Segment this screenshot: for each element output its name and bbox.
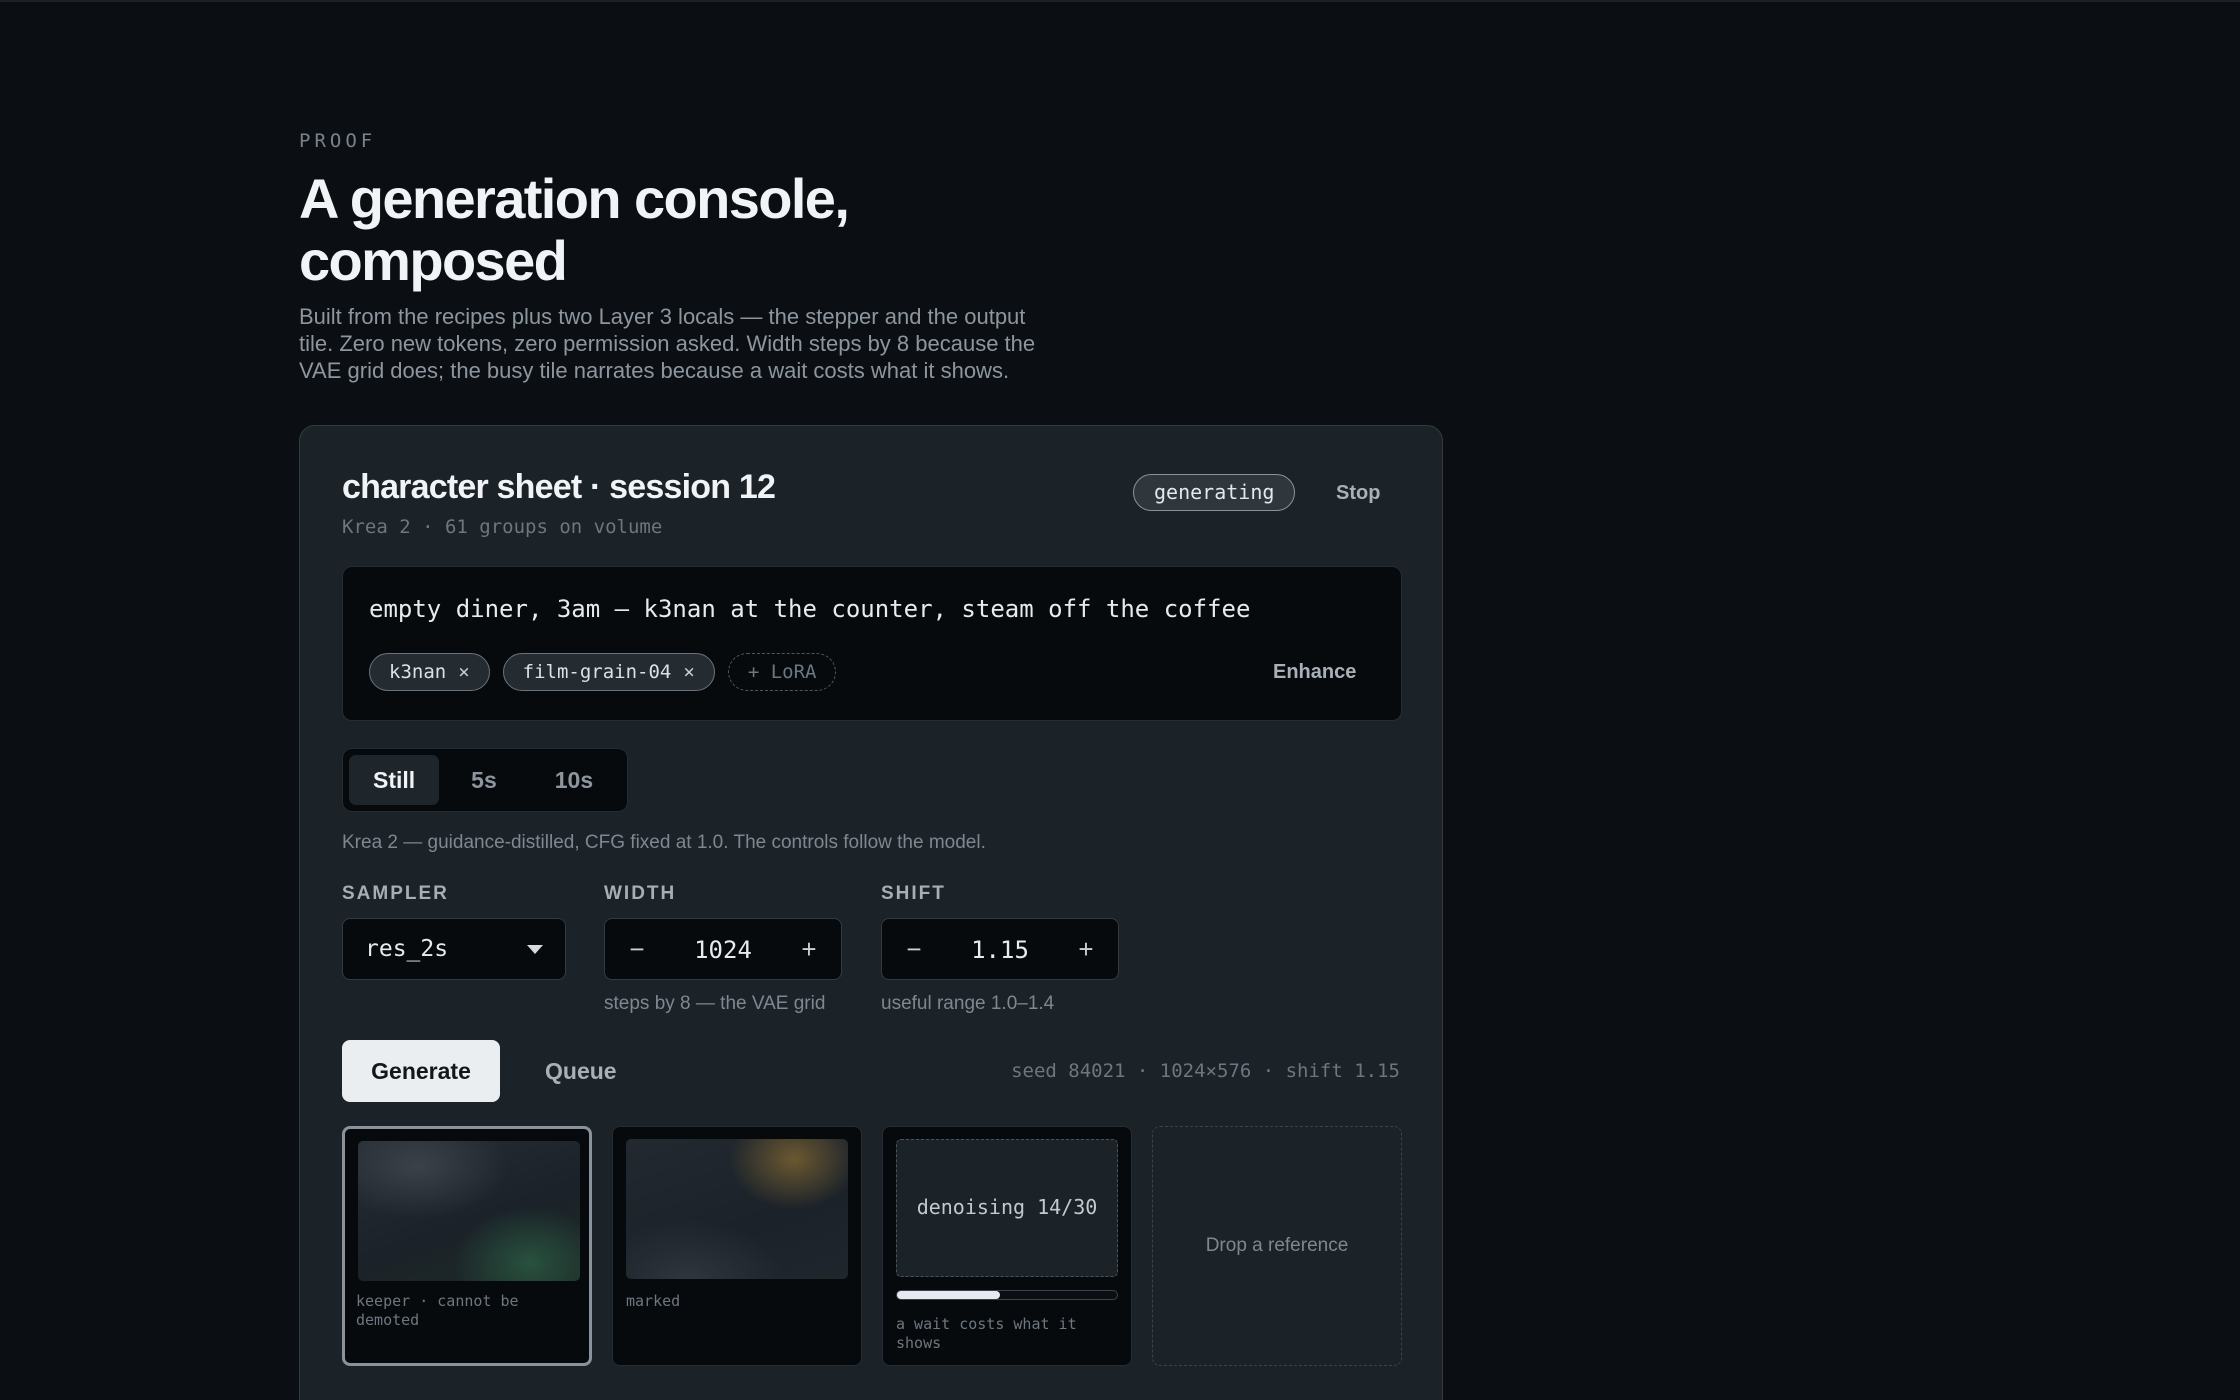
sampler-value: res_2s bbox=[365, 936, 449, 962]
tile-caption: a wait costs what it shows bbox=[896, 1315, 1077, 1352]
plus-icon[interactable]: + bbox=[1068, 931, 1104, 967]
status-badge: generating bbox=[1133, 474, 1296, 511]
width-label: WIDTH bbox=[604, 883, 677, 904]
output-thumbnail bbox=[626, 1139, 848, 1279]
duration-option-10s[interactable]: 10s bbox=[529, 755, 619, 805]
duration-option-5s[interactable]: 5s bbox=[445, 755, 523, 805]
prompt-input[interactable]: empty diner, 3am — k3nan at the counter,… bbox=[369, 595, 1250, 623]
progress-fill bbox=[897, 1291, 1000, 1299]
output-tile-busy: denoising 14/30 a wait costs what it sho… bbox=[882, 1126, 1132, 1366]
duration-segmented-control: Still 5s 10s bbox=[342, 748, 628, 812]
tile-caption: keeper · cannot be demoted bbox=[356, 1292, 519, 1329]
stop-button[interactable]: Stop bbox=[1336, 482, 1380, 505]
intro-section: PROOF A generation console, composed Bui… bbox=[299, 130, 1089, 384]
drop-label: Drop a reference bbox=[1205, 1235, 1349, 1256]
output-tile-keeper[interactable]: keeper · cannot be demoted bbox=[342, 1126, 592, 1366]
lora-chip-k3nan[interactable]: k3nan × bbox=[369, 653, 490, 691]
progress-bar bbox=[896, 1290, 1118, 1300]
eyebrow: PROOF bbox=[299, 130, 377, 152]
session-title: character sheet · session 12 bbox=[342, 468, 776, 506]
close-icon[interactable]: × bbox=[683, 655, 694, 690]
output-thumbnail bbox=[358, 1141, 580, 1281]
shift-helper: useful range 1.0–1.4 bbox=[881, 993, 1055, 1014]
page-title: A generation console, composed bbox=[299, 167, 850, 292]
width-stepper[interactable]: − 1024 + bbox=[604, 918, 842, 980]
shift-stepper[interactable]: − 1.15 + bbox=[881, 918, 1119, 980]
generate-button[interactable]: Generate bbox=[342, 1040, 500, 1102]
denoising-status: denoising 14/30 bbox=[896, 1139, 1118, 1277]
chip-label: k3nan bbox=[389, 660, 447, 683]
tile-caption: marked bbox=[626, 1292, 681, 1310]
enhance-button[interactable]: Enhance bbox=[1273, 661, 1356, 684]
drop-reference-zone[interactable]: Drop a reference bbox=[1152, 1126, 1402, 1366]
width-helper: steps by 8 — the VAE grid bbox=[604, 993, 826, 1014]
add-lora-button[interactable]: + LoRA bbox=[727, 653, 837, 691]
lora-chips: k3nan × film-grain-04 × + LoRA bbox=[369, 653, 837, 691]
lora-chip-film-grain[interactable]: film-grain-04 × bbox=[502, 653, 715, 691]
generation-console: character sheet · session 12 Krea 2 · 61… bbox=[299, 425, 1443, 1400]
sampler-select[interactable]: res_2s bbox=[342, 918, 566, 980]
shift-label: SHIFT bbox=[881, 883, 946, 904]
sampler-label: SAMPLER bbox=[342, 883, 449, 904]
prompt-box[interactable]: empty diner, 3am — k3nan at the counter,… bbox=[342, 566, 1402, 721]
session-subtitle: Krea 2 · 61 groups on volume bbox=[342, 516, 663, 538]
duration-option-still[interactable]: Still bbox=[349, 755, 440, 805]
chevron-down-icon bbox=[527, 945, 543, 954]
chip-label: film-grain-04 bbox=[522, 660, 672, 683]
queue-button[interactable]: Queue bbox=[545, 1058, 617, 1085]
model-note: Krea 2 — guidance-distilled, CFG fixed a… bbox=[342, 832, 986, 853]
plus-icon[interactable]: + bbox=[791, 931, 827, 967]
generation-meta: seed 84021 · 1024×576 · shift 1.15 bbox=[1011, 1060, 1400, 1082]
output-tile-marked[interactable]: marked bbox=[612, 1126, 862, 1366]
close-icon[interactable]: × bbox=[458, 655, 469, 690]
page-description: Built from the recipes plus two Layer 3 … bbox=[299, 304, 1036, 384]
